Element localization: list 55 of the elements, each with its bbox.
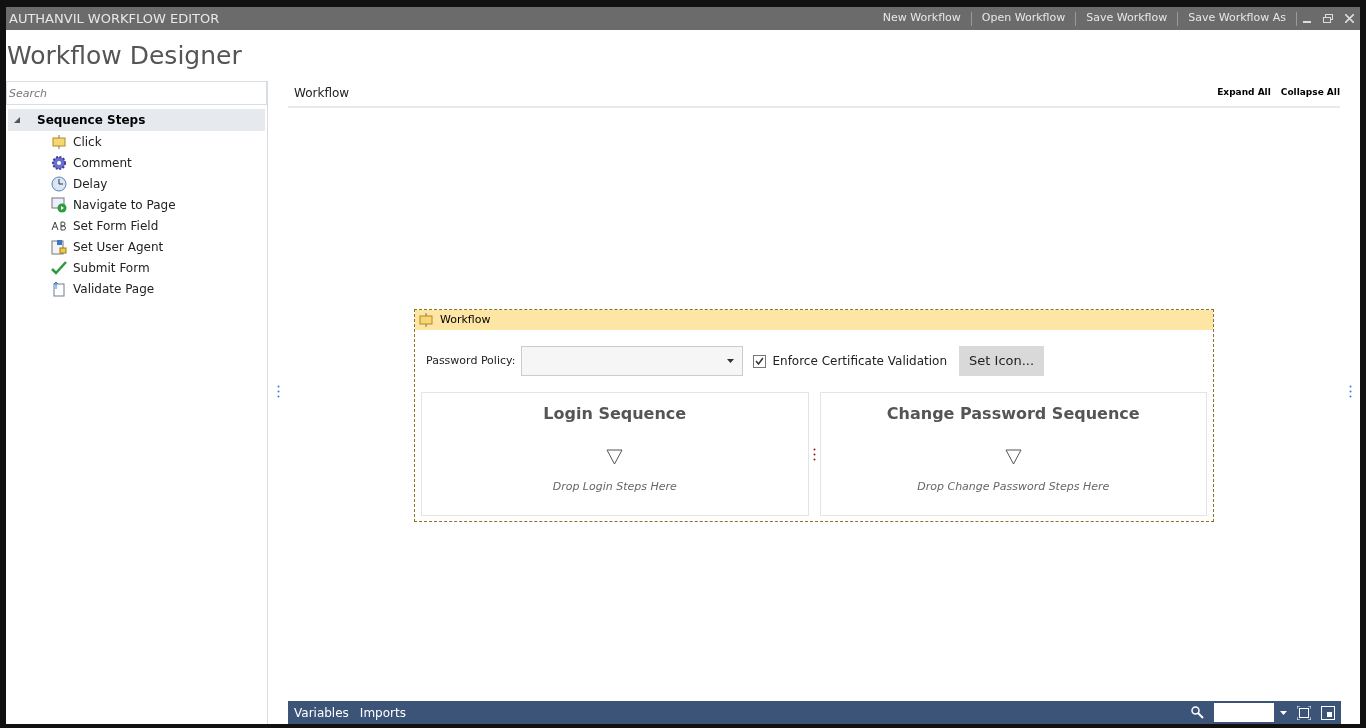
clock-icon bbox=[51, 175, 67, 192]
menu-item[interactable]: Open Workflow bbox=[971, 10, 1076, 27]
check-icon bbox=[755, 357, 765, 365]
tree-item[interactable]: Delay bbox=[51, 173, 267, 194]
sequence-drop-zone[interactable]: Login Sequence Drop Login Steps Here bbox=[421, 392, 809, 516]
tree-item[interactable]: Validate Page bbox=[51, 278, 267, 299]
workflow-activity[interactable]: Workflow Password Policy: Enforce Certificate Validation Set Icon... Login Sequence Drop Login Steps Here Change Password Sequence Drop Change Password Steps Here bbox=[414, 309, 1214, 522]
search-icon[interactable] bbox=[1191, 706, 1204, 719]
dropdown-arrow-icon bbox=[1280, 710, 1287, 715]
menu-item[interactable]: New Workflow bbox=[872, 10, 971, 27]
breadcrumb: Workflow bbox=[294, 85, 350, 102]
expander-icon[interactable] bbox=[14, 116, 21, 124]
overview-icon[interactable] bbox=[1321, 705, 1335, 720]
triangle-down-icon bbox=[606, 449, 624, 465]
sequence-title: Change Password Sequence bbox=[886, 403, 1140, 425]
menu-item[interactable]: Save Workflow bbox=[1076, 10, 1178, 27]
fit-to-screen-icon[interactable] bbox=[1297, 705, 1311, 720]
splitter-grip-icon[interactable] bbox=[812, 447, 816, 461]
tree-item[interactable]: Navigate to Page bbox=[51, 194, 267, 215]
tree-node[interactable]: Sequence Steps bbox=[8, 109, 265, 131]
splitter-grip-icon[interactable] bbox=[1348, 384, 1352, 398]
tree-item[interactable]: Set User Agent bbox=[51, 236, 267, 257]
checkbox-label: Enforce Certificate Validation bbox=[772, 353, 948, 370]
enforce-checkbox[interactable] bbox=[753, 354, 767, 368]
tree-item[interactable]: Set Form Field bbox=[51, 215, 267, 236]
page-title: Workflow Designer bbox=[6, 39, 243, 72]
tree-item[interactable]: Click bbox=[51, 131, 267, 152]
close-icon[interactable] bbox=[1345, 14, 1354, 23]
tree-item[interactable]: Submit Form bbox=[51, 257, 267, 278]
toolbar-link[interactable]: Collapse All bbox=[1280, 86, 1340, 100]
toolbar-link[interactable]: Expand All bbox=[1217, 86, 1271, 100]
gear-icon bbox=[51, 154, 67, 171]
triangle-down-icon bbox=[1004, 449, 1022, 465]
splitter-grip-icon[interactable] bbox=[276, 384, 280, 398]
sequence-title: Login Sequence bbox=[543, 403, 687, 425]
menu-item[interactable]: Save Workflow As bbox=[1178, 10, 1296, 27]
dropdown-arrow-icon bbox=[727, 359, 735, 363]
page-play-icon bbox=[51, 196, 67, 213]
restore-icon[interactable] bbox=[1323, 14, 1333, 23]
field-label: Password Policy: bbox=[426, 352, 516, 369]
set-icon-button[interactable]: Set Icon... bbox=[959, 346, 1045, 376]
checkmark-icon bbox=[51, 259, 67, 276]
bottom-tab[interactable]: Variables bbox=[289, 703, 354, 722]
bottom-tab[interactable]: Imports bbox=[354, 703, 411, 722]
search-field[interactable]: Search bbox=[6, 81, 267, 105]
document-icon bbox=[51, 238, 67, 255]
drop-hint: Drop Login Steps Here bbox=[552, 479, 677, 495]
panel-icon bbox=[51, 133, 67, 150]
drop-hint: Drop Change Password Steps Here bbox=[917, 479, 1110, 495]
activity-title: Workflow bbox=[440, 311, 491, 328]
zoom-dropdown[interactable] bbox=[1214, 703, 1287, 722]
tree-item[interactable]: Comment bbox=[51, 152, 267, 173]
window-title: AUTHANVIL WORKFLOW EDITOR bbox=[8, 9, 220, 28]
panel-icon bbox=[418, 312, 434, 328]
sequence-drop-zone[interactable]: Change Password Sequence Drop Change Password Steps Here bbox=[819, 392, 1207, 516]
